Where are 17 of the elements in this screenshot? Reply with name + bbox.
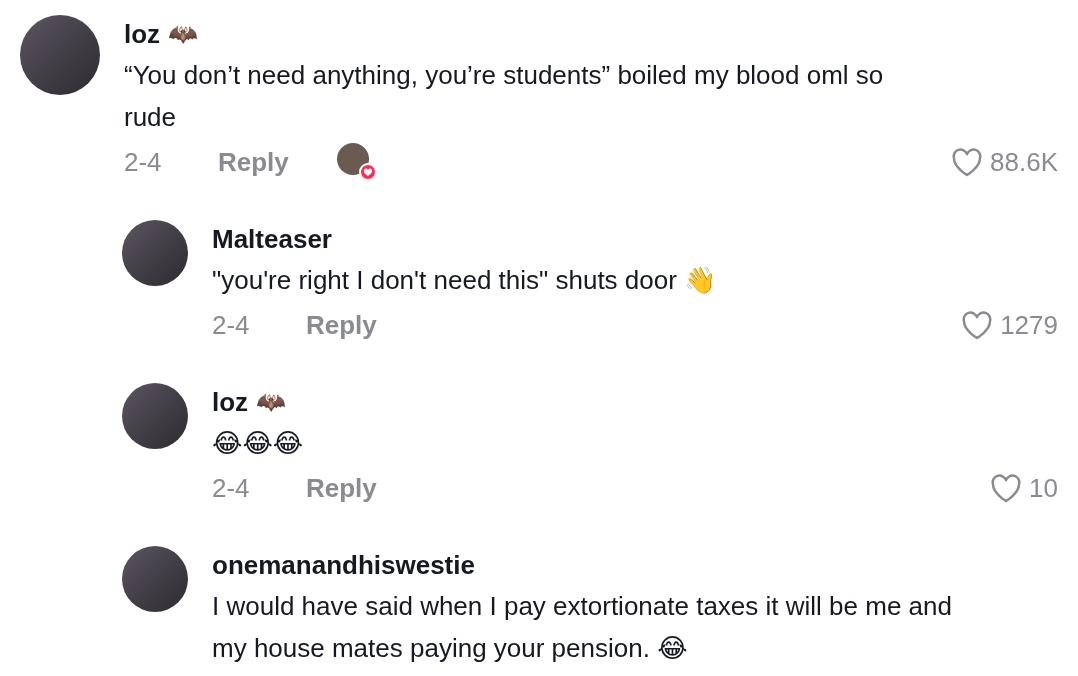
like-count: 10 <box>1029 472 1058 504</box>
comment-text: "you're right I don't need this" shuts door 👋 <box>212 264 718 297</box>
like-count: 1279 <box>1000 309 1058 341</box>
username-emoji: 🦇 <box>256 388 287 416</box>
comment-date: 2-4 <box>212 309 251 341</box>
username[interactable]: loz <box>124 18 161 50</box>
comment-date: 2-4 <box>124 146 163 178</box>
username[interactable]: loz <box>212 386 249 418</box>
comment-text: 😂😂😂 <box>212 427 305 460</box>
comment-date: 2-4 <box>212 472 251 504</box>
username-emoji: 🦇 <box>168 20 199 48</box>
username[interactable]: Malteaser <box>212 223 332 255</box>
like-count: 88.6K <box>990 146 1058 178</box>
heart-icon[interactable] <box>989 473 1024 503</box>
comment-text: “You don’t need anything, you’re students” boiled my blood oml so rude <box>124 59 885 134</box>
comment-text: I would have said when I pay extortionate taxes it will be me and my house mates paying your pension. 😂 <box>212 590 952 665</box>
username[interactable]: onemanandhiswestie <box>212 549 475 581</box>
